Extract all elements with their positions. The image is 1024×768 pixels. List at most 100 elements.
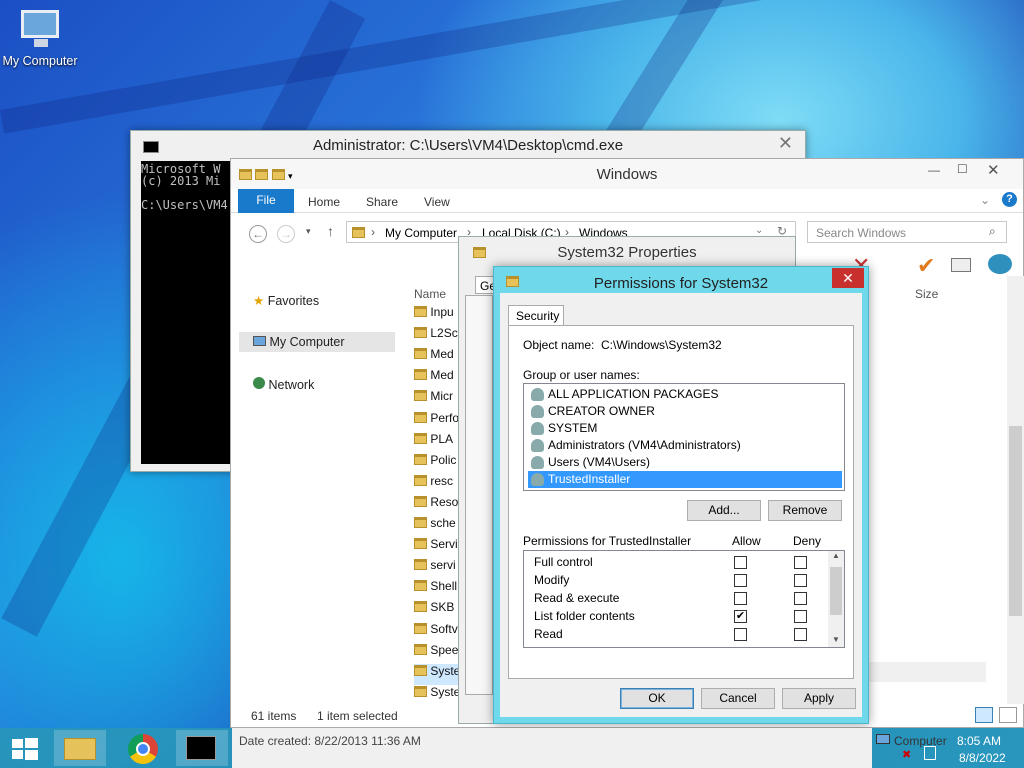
details-view-icon[interactable] bbox=[975, 707, 993, 723]
file-name: Shell bbox=[430, 579, 458, 594]
taskbar-file-explorer[interactable] bbox=[54, 730, 106, 766]
address-dropdown-icon[interactable]: ⌄ bbox=[755, 225, 763, 236]
permission-deny-checkbox[interactable] bbox=[794, 556, 807, 569]
user-list[interactable]: ALL APPLICATION PACKAGES CREATOR OWNER SYS… bbox=[523, 383, 845, 491]
help-icon[interactable]: ? bbox=[1002, 192, 1017, 207]
apply-button[interactable]: Apply bbox=[782, 688, 856, 709]
folder-icon bbox=[414, 580, 427, 592]
network-warning-icon[interactable]: ✖ bbox=[902, 748, 911, 761]
permission-allow-checkbox[interactable] bbox=[734, 574, 747, 587]
file-list-item[interactable]: PLA bbox=[414, 432, 459, 453]
taskbar-cmd[interactable] bbox=[176, 730, 228, 766]
file-list-item[interactable]: Servi bbox=[414, 537, 459, 558]
file-list-item[interactable]: sche bbox=[414, 516, 459, 537]
tab-security[interactable]: Security bbox=[508, 305, 564, 326]
scroll-up-icon[interactable]: ▲ bbox=[832, 551, 840, 560]
clock-time[interactable]: 8:05 AM bbox=[957, 734, 1001, 748]
nav-network[interactable]: Network bbox=[253, 377, 314, 392]
minimize-button[interactable]: — bbox=[928, 163, 940, 177]
rename-icon[interactable] bbox=[951, 258, 971, 272]
file-list-item[interactable]: Softv bbox=[414, 622, 459, 643]
breadcrumb-my-computer[interactable]: My Computer bbox=[385, 226, 457, 240]
maximize-button[interactable]: ☐ bbox=[957, 162, 968, 176]
file-list-item[interactable]: Inpu bbox=[414, 305, 459, 326]
user-name: SYSTEM bbox=[548, 421, 598, 435]
chevron-down-icon[interactable]: ⌄ bbox=[980, 193, 990, 207]
taskbar-chrome[interactable] bbox=[118, 730, 170, 766]
recent-locations-icon[interactable]: ▾ bbox=[306, 226, 311, 237]
nav-my-computer[interactable]: My Computer bbox=[253, 335, 345, 349]
permission-allow-checkbox[interactable] bbox=[734, 592, 747, 605]
permission-deny-checkbox[interactable] bbox=[794, 592, 807, 605]
user-list-item[interactable]: Users (VM4\Users) bbox=[528, 454, 842, 471]
file-list-item[interactable]: Med bbox=[414, 347, 459, 368]
folder-icon bbox=[414, 369, 427, 381]
scrollbar-thumb[interactable] bbox=[830, 567, 842, 615]
file-name: Spee bbox=[430, 642, 459, 657]
check-icon[interactable]: ✔ bbox=[917, 253, 935, 279]
large-icons-view-icon[interactable] bbox=[999, 707, 1017, 723]
back-button[interactable]: ← bbox=[249, 225, 267, 243]
folder-icon bbox=[414, 327, 427, 339]
column-header-size[interactable]: Size bbox=[915, 287, 938, 301]
permission-name: Read & execute bbox=[534, 591, 620, 605]
close-button[interactable]: ✕ bbox=[832, 268, 864, 288]
close-button[interactable]: ✕ bbox=[987, 161, 1000, 179]
file-list-item[interactable]: Med bbox=[414, 368, 459, 389]
file-list-item[interactable]: Spee bbox=[414, 643, 459, 664]
globe-icon[interactable] bbox=[988, 254, 1012, 274]
folder-icon bbox=[414, 348, 427, 360]
nav-favorites[interactable]: ★ Favorites bbox=[253, 293, 319, 308]
forward-button[interactable]: → bbox=[277, 225, 295, 243]
tab-home[interactable]: Home bbox=[308, 195, 340, 209]
permission-allow-checkbox[interactable]: ✔ bbox=[734, 610, 747, 623]
file-list-item[interactable]: Reso bbox=[414, 495, 459, 516]
tab-file[interactable]: File bbox=[238, 189, 294, 213]
user-list-item[interactable]: CREATOR OWNER bbox=[528, 403, 842, 420]
desktop-icon-my-computer[interactable]: My Computer bbox=[0, 10, 80, 68]
chrome-icon-center bbox=[136, 742, 150, 756]
file-list-item[interactable]: Micr bbox=[414, 389, 459, 410]
user-list-item[interactable]: TrustedInstaller bbox=[528, 471, 842, 488]
file-name: L2Sc bbox=[430, 326, 458, 341]
file-list-item[interactable]: Shell bbox=[414, 579, 459, 600]
file-list-item[interactable]: servi bbox=[414, 558, 459, 579]
cmd-close-button[interactable]: ✕ bbox=[753, 133, 793, 155]
file-list-item[interactable]: SKB bbox=[414, 600, 459, 621]
tab-share[interactable]: Share bbox=[366, 195, 398, 209]
up-button[interactable]: ↑ bbox=[327, 223, 334, 239]
tab-view[interactable]: View bbox=[424, 195, 450, 209]
remove-button[interactable]: Remove bbox=[768, 500, 842, 521]
ok-button[interactable]: OK bbox=[620, 688, 694, 709]
column-header-name[interactable]: Name bbox=[414, 287, 446, 301]
clock-date[interactable]: 8/8/2022 bbox=[959, 751, 1006, 765]
cancel-button[interactable]: Cancel bbox=[701, 688, 775, 709]
permission-allow-checkbox[interactable] bbox=[734, 628, 747, 641]
user-list-item[interactable]: ALL APPLICATION PACKAGES bbox=[528, 386, 842, 403]
start-button[interactable] bbox=[0, 730, 52, 766]
file-list-item[interactable]: Syste bbox=[414, 685, 459, 706]
network-icon[interactable] bbox=[924, 746, 936, 760]
scrollbar-thumb[interactable] bbox=[1009, 426, 1022, 616]
folder-icon bbox=[414, 306, 427, 317]
user-list-item[interactable]: SYSTEM bbox=[528, 420, 842, 437]
scroll-down-icon[interactable]: ▼ bbox=[832, 635, 840, 644]
permissions-dialog[interactable]: Permissions for System32 ✕ Security Obje… bbox=[493, 266, 869, 724]
file-list-item[interactable]: L2Sc bbox=[414, 326, 459, 347]
file-list-item[interactable]: Polic bbox=[414, 453, 459, 474]
deny-header: Deny bbox=[793, 534, 822, 548]
file-list-item[interactable]: resc bbox=[414, 474, 459, 495]
permission-list[interactable]: ▲ ▼ Full control Modify Read & execute List… bbox=[523, 550, 845, 648]
permission-deny-checkbox[interactable] bbox=[794, 574, 807, 587]
file-list-item[interactable]: Perfo bbox=[414, 411, 459, 432]
scrollbar[interactable] bbox=[1007, 276, 1024, 704]
add-button[interactable]: Add... bbox=[687, 500, 761, 521]
file-list-item[interactable]: Syste bbox=[414, 663, 459, 685]
permission-scrollbar[interactable]: ▲ ▼ bbox=[828, 551, 844, 647]
permission-deny-checkbox[interactable] bbox=[794, 628, 807, 641]
user-list-item[interactable]: Administrators (VM4\Administrators) bbox=[528, 437, 842, 454]
search-input[interactable]: Search Windows bbox=[807, 221, 1007, 243]
permission-deny-checkbox[interactable] bbox=[794, 610, 807, 623]
file-name: Syste bbox=[430, 663, 459, 678]
permission-allow-checkbox[interactable] bbox=[734, 556, 747, 569]
